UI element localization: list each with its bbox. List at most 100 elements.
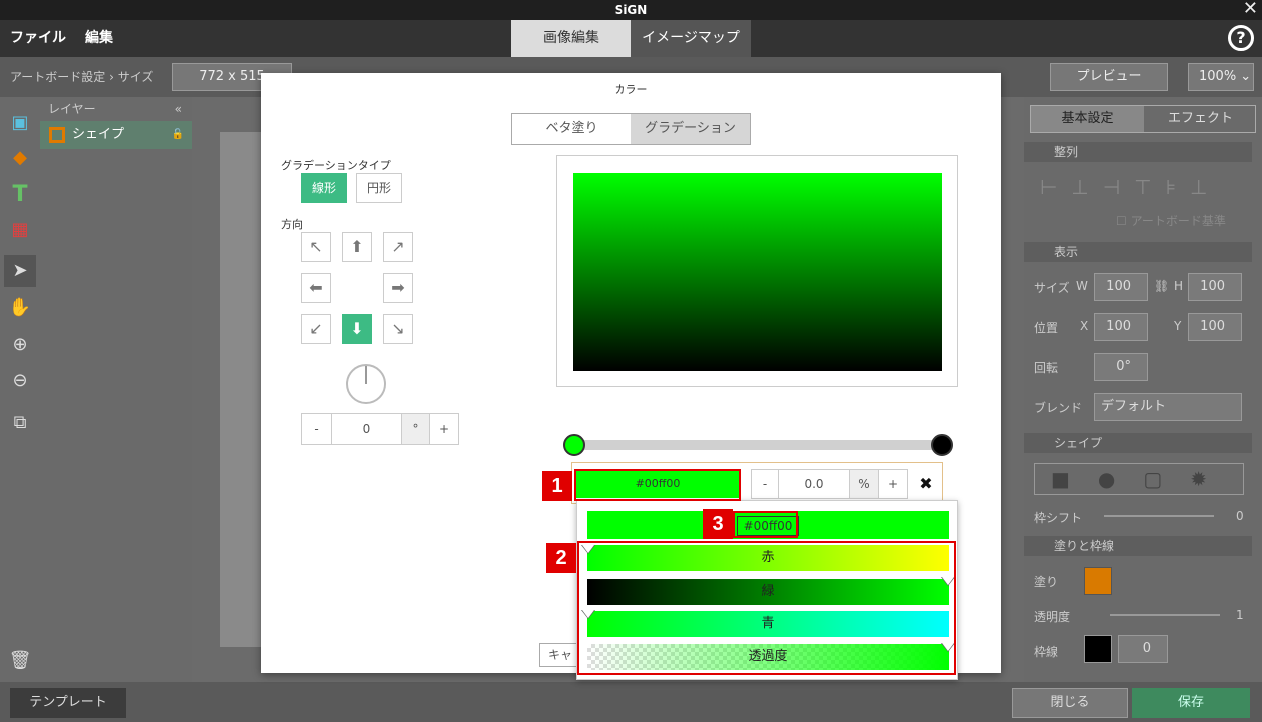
menu-file[interactable]: ファイル xyxy=(10,20,66,57)
gradient-type-label: グラデーションタイプ xyxy=(281,159,391,172)
stop-unit: % xyxy=(849,469,879,499)
tab-basic[interactable]: 基本設定 xyxy=(1031,106,1144,132)
angle-unit: ° xyxy=(402,414,430,444)
opacity-label: 透明度 xyxy=(1034,610,1071,624)
width-input[interactable]: 100 xyxy=(1094,273,1148,301)
layers-title: レイヤー xyxy=(48,102,96,116)
zoom-value: 100% xyxy=(1199,69,1237,84)
menu-bar: ファイル 編集 画像編集 イメージマップ ? xyxy=(0,20,1262,57)
cancel-button[interactable]: キャ xyxy=(539,643,579,667)
properties-panel: 基本設定 エフェクト 整列 ⊢⊥⊣⊤⊧⊥ ☐ アートボード基準 表示 サイズ W… xyxy=(1024,97,1262,682)
help-icon[interactable]: ? xyxy=(1228,25,1254,51)
text-tool-icon[interactable]: T xyxy=(4,179,36,211)
stop-minus-button[interactable]: - xyxy=(751,469,779,499)
annotation-box-3 xyxy=(733,511,798,538)
stop-plus-button[interactable]: + xyxy=(878,469,908,499)
height-input[interactable]: 100 xyxy=(1188,273,1242,301)
y-input[interactable]: 100 xyxy=(1188,313,1242,341)
gradient-fill-button[interactable]: グラデーション xyxy=(631,114,750,144)
arrange-icon[interactable]: ⧉ xyxy=(4,407,36,439)
fill-mode-toggle: ベタ塗り グラデーション xyxy=(511,113,751,145)
annotation-box-2 xyxy=(577,541,956,675)
position-label: 位置 xyxy=(1034,321,1059,335)
angle-minus-button[interactable]: - xyxy=(302,414,332,444)
stop-position-input[interactable]: 0.0 xyxy=(778,469,850,499)
preview-button[interactable]: プレビュー xyxy=(1050,63,1168,91)
angle-plus-button[interactable]: + xyxy=(430,414,458,444)
artboard-ref-checkbox[interactable]: ☐ アートボード基準 xyxy=(1116,212,1226,229)
section-display[interactable]: 表示 xyxy=(1024,242,1252,262)
blend-select[interactable]: デフォルト xyxy=(1094,393,1242,421)
arrow-down-icon[interactable]: ⬇ xyxy=(342,314,372,344)
tab-image-edit[interactable]: 画像編集 xyxy=(511,20,631,57)
w-label: W xyxy=(1076,279,1088,293)
dialog-title: カラー xyxy=(614,83,648,96)
arrow-right-icon[interactable]: ➡ xyxy=(383,273,413,303)
align-icons[interactable]: ⊢⊥⊣⊤⊧⊥ xyxy=(1040,175,1222,199)
opacity-slider[interactable] xyxy=(1110,614,1220,616)
rotate-input[interactable]: 0° xyxy=(1094,353,1148,381)
section-fill[interactable]: 塗りと枠線 xyxy=(1024,536,1252,556)
radial-button[interactable]: 円形 xyxy=(356,173,402,203)
delete-stop-icon[interactable]: ✖ xyxy=(915,471,937,497)
arrow-up-icon[interactable]: ⬆ xyxy=(342,232,372,262)
save-button[interactable]: 保存 xyxy=(1132,688,1250,718)
section-shape[interactable]: シェイプ xyxy=(1024,433,1252,453)
select-tool-icon[interactable]: ➤ xyxy=(4,255,36,287)
section-align[interactable]: 整列 xyxy=(1024,142,1252,162)
image-tool-icon[interactable]: ▣ xyxy=(4,107,36,139)
close-icon[interactable]: ✕ xyxy=(1243,0,1258,19)
menu-edit[interactable]: 編集 xyxy=(85,20,113,57)
y-label: Y xyxy=(1174,319,1182,333)
arrow-down-left-icon[interactable]: ↙ xyxy=(301,314,331,344)
opacity-value: 1 xyxy=(1236,608,1244,622)
x-input[interactable]: 100 xyxy=(1094,313,1148,341)
trash-icon[interactable]: 🗑 xyxy=(4,645,36,677)
shape-layer-icon xyxy=(49,127,65,143)
gradient-track[interactable] xyxy=(566,440,942,450)
x-label: X xyxy=(1080,319,1089,333)
shape-tool-icon[interactable]: ◆ xyxy=(4,142,36,174)
table-tool-icon[interactable]: ▦ xyxy=(4,214,36,246)
gradient-stop-end[interactable] xyxy=(931,434,953,456)
stroke-width-input[interactable]: 0 xyxy=(1118,635,1168,663)
shape-type-buttons[interactable]: ■●▢✹ xyxy=(1034,463,1244,495)
tab-effect[interactable]: エフェクト xyxy=(1144,106,1257,132)
collapse-icon[interactable]: « xyxy=(175,97,182,121)
close-button[interactable]: 閉じる xyxy=(1012,688,1128,718)
breadcrumb: アートボード設定 › サイズ xyxy=(10,70,154,84)
bottom-bar: テンプレート 閉じる 保存 xyxy=(0,682,1262,722)
zoom-in-icon[interactable]: ⊕ xyxy=(4,329,36,361)
gradient-preview xyxy=(573,173,942,371)
arrow-down-right-icon[interactable]: ↘ xyxy=(383,314,413,344)
template-button[interactable]: テンプレート xyxy=(10,688,126,718)
frame-shift-slider[interactable] xyxy=(1104,515,1214,517)
zoom-select[interactable]: 100% ⌄ xyxy=(1188,63,1254,91)
frame-shift-label: 枠シフト xyxy=(1034,511,1083,525)
angle-dial[interactable] xyxy=(346,364,386,404)
gradient-stop-start[interactable] xyxy=(563,434,585,456)
properties-tabs: 基本設定 エフェクト xyxy=(1030,105,1256,133)
layers-panel: レイヤー « シェイプ 🔓 xyxy=(40,97,192,682)
h-label: H xyxy=(1174,279,1184,293)
fill-label: 塗り xyxy=(1034,575,1059,589)
solid-fill-button[interactable]: ベタ塗り xyxy=(512,114,631,144)
tab-image-map[interactable]: イメージマップ xyxy=(631,20,751,57)
linear-button[interactable]: 線形 xyxy=(301,173,347,203)
hand-tool-icon[interactable]: ✋ xyxy=(4,292,36,324)
arrow-up-right-icon[interactable]: ↗ xyxy=(383,232,413,262)
layer-item-shape[interactable]: シェイプ 🔓 xyxy=(40,121,192,149)
blend-value: デフォルト xyxy=(1101,399,1167,414)
lock-icon[interactable]: 🔓 xyxy=(172,121,184,149)
zoom-out-icon[interactable]: ⊖ xyxy=(4,365,36,397)
rotate-label: 回転 xyxy=(1034,361,1059,375)
size-label: サイズ xyxy=(1034,281,1070,295)
annotation-number-2: 2 xyxy=(546,543,576,573)
annotation-box-1 xyxy=(574,469,741,501)
angle-input[interactable]: 0 xyxy=(332,414,402,444)
arrow-left-icon[interactable]: ⬅ xyxy=(301,273,331,303)
stroke-color-swatch[interactable] xyxy=(1084,635,1112,663)
fill-color-swatch[interactable] xyxy=(1084,567,1112,595)
link-icon[interactable]: ⛓ xyxy=(1154,279,1169,293)
arrow-up-left-icon[interactable]: ↖ xyxy=(301,232,331,262)
